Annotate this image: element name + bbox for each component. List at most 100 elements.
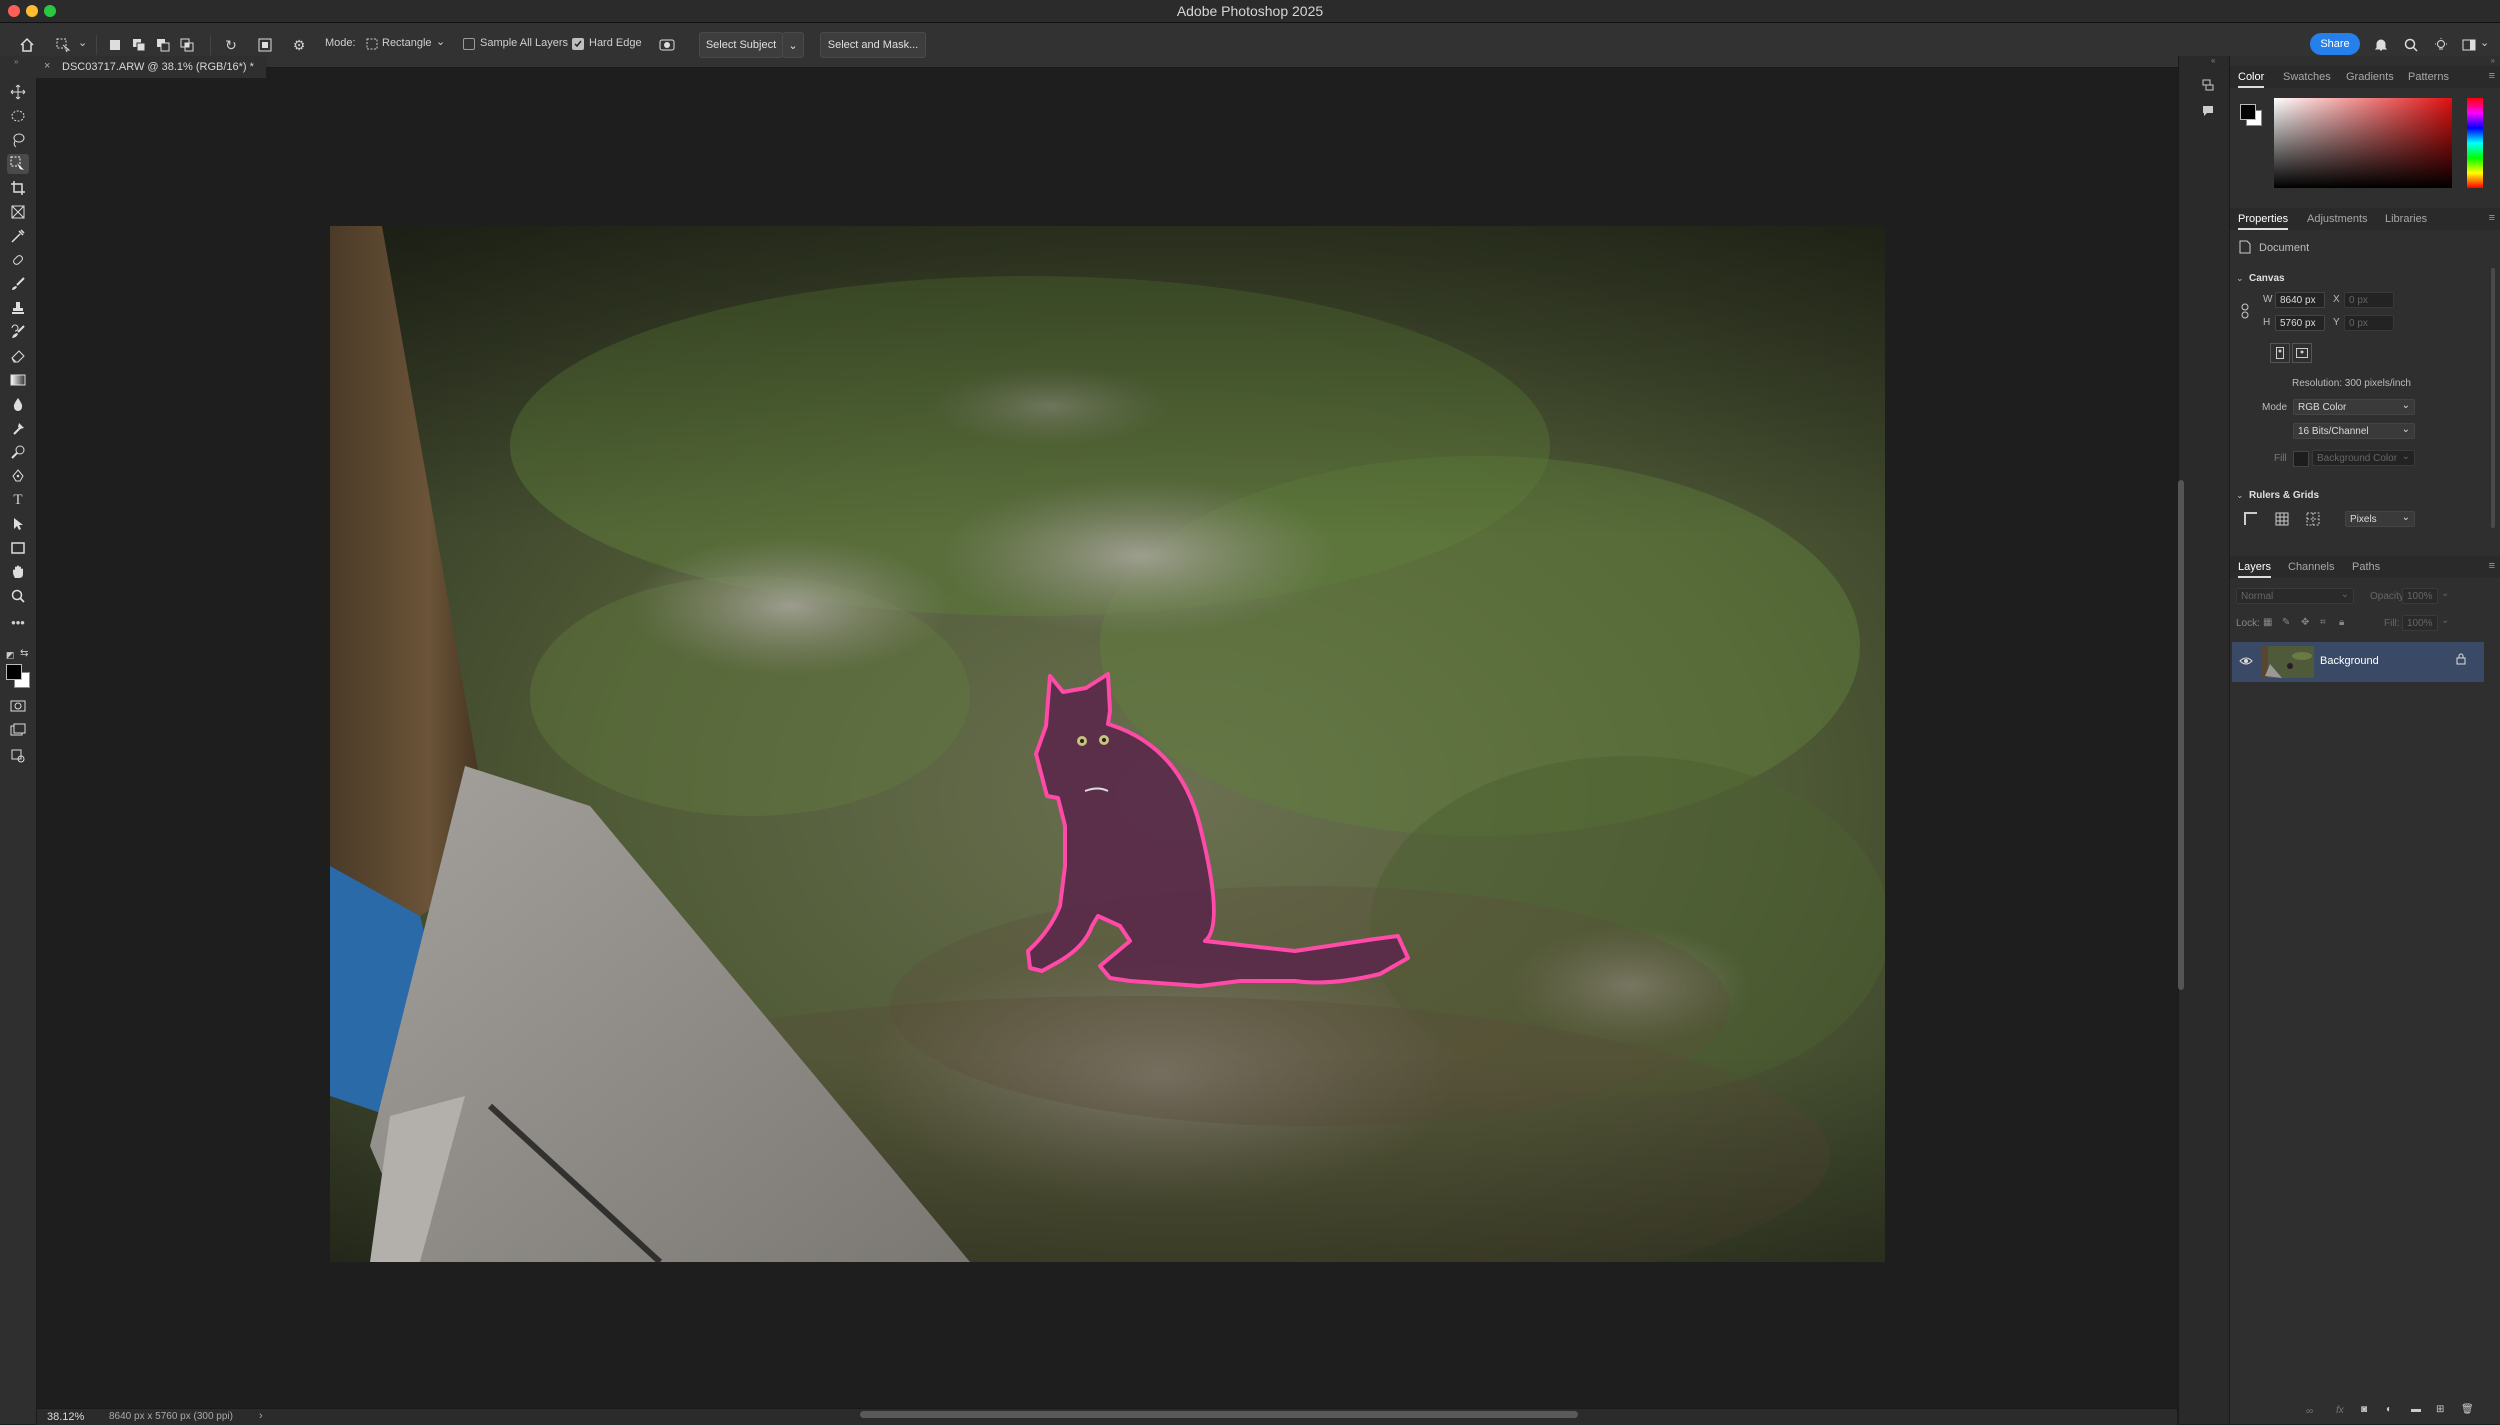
chevron-down-icon[interactable]: ⌄ <box>2236 490 2244 501</box>
hand-tool-icon[interactable] <box>7 562 29 582</box>
panel-menu-icon[interactable]: ≡ <box>2489 212 2495 224</box>
layer-name[interactable]: Background <box>2320 655 2379 667</box>
mode-dropdown[interactable]: Rectangle ⌄ <box>366 33 448 55</box>
x-input[interactable]: 0 px <box>2344 292 2394 308</box>
workspace-icon[interactable] <box>2458 34 2480 56</box>
select-subject-dropdown[interactable]: ⌄ <box>782 32 804 58</box>
grid-icon[interactable] <box>2273 510 2291 528</box>
tab-paths[interactable]: Paths <box>2352 561 2380 573</box>
delete-layer-icon[interactable]: 🗑︎ <box>2461 1404 2474 1415</box>
chevron-down-icon[interactable]: ⌄ <box>2441 588 2449 599</box>
units-select[interactable]: Pixels ⌄ <box>2345 511 2415 527</box>
foreground-color-swatch[interactable] <box>6 664 22 680</box>
quick-mask-icon[interactable] <box>7 696 29 716</box>
type-tool-icon[interactable]: T <box>7 490 29 510</box>
comments-icon[interactable] <box>2199 102 2217 120</box>
share-button[interactable]: Share <box>2310 33 2360 55</box>
landscape-orientation-icon[interactable] <box>2292 343 2312 363</box>
layer-style-icon[interactable]: fx <box>2336 1405 2344 1416</box>
more-tools-icon[interactable]: ••• <box>7 612 29 632</box>
eye-icon[interactable] <box>2239 655 2253 669</box>
select-subject-button[interactable]: Select Subject <box>699 32 783 58</box>
lock-icon[interactable] <box>2456 653 2466 668</box>
tab-gradients[interactable]: Gradients <box>2346 71 2394 83</box>
gradient-tool-icon[interactable] <box>7 370 29 390</box>
subtract-from-selection-icon[interactable] <box>152 34 174 56</box>
rectangle-tool-icon[interactable] <box>7 538 29 558</box>
tab-swatches[interactable]: Swatches <box>2283 71 2331 83</box>
search-icon[interactable] <box>2400 34 2422 56</box>
lock-all-icon[interactable]: 🔒︎ <box>2339 617 2344 628</box>
chevron-down-icon[interactable]: ⌄ <box>2441 615 2449 626</box>
home-icon[interactable] <box>16 34 38 56</box>
chevron-down-icon[interactable]: ⌄ <box>2236 273 2244 284</box>
blend-mode-select[interactable]: Normal ⌄ <box>2236 588 2354 604</box>
fill-opacity-input[interactable]: 100% <box>2402 615 2438 631</box>
lock-artboard-icon[interactable]: ⌗ <box>2320 617 2326 628</box>
spot-healing-brush-icon[interactable] <box>7 250 29 270</box>
chevron-down-icon[interactable]: ⌄ <box>2480 36 2489 49</box>
eraser-tool-icon[interactable] <box>7 346 29 366</box>
object-selection-tool-icon[interactable] <box>7 154 29 174</box>
add-to-selection-icon[interactable] <box>128 34 150 56</box>
pen-tool-icon[interactable] <box>7 466 29 486</box>
vertical-scrollbar[interactable] <box>2178 480 2184 990</box>
gear-icon[interactable]: ⚙ <box>288 34 310 56</box>
width-input[interactable]: 8640 px <box>2275 292 2325 308</box>
height-input[interactable]: 5760 px <box>2275 315 2325 331</box>
new-layer-icon[interactable]: ⊞ <box>2436 1404 2444 1415</box>
y-input[interactable]: 0 px <box>2344 315 2394 331</box>
link-icon[interactable] <box>2236 302 2254 320</box>
link-layers-icon[interactable]: ∞ <box>2306 1406 2313 1417</box>
brush-tool-icon[interactable] <box>7 274 29 294</box>
close-document-icon[interactable]: × <box>44 60 50 72</box>
screen-mode-icon[interactable] <box>7 720 29 740</box>
fill-select[interactable]: Background Color ⌄ <box>2312 450 2415 466</box>
document-tab[interactable]: × DSC03717.ARW @ 38.1% (RGB/16*) * <box>36 56 266 78</box>
history-brush-icon[interactable] <box>7 322 29 342</box>
ruler-icon[interactable] <box>2242 510 2260 528</box>
guides-icon[interactable] <box>2304 510 2322 528</box>
mask-preview-icon[interactable] <box>656 34 678 56</box>
history-icon[interactable] <box>2199 76 2217 94</box>
document-canvas-image[interactable] <box>330 226 1885 1262</box>
sponge-tool-icon[interactable] <box>7 442 29 462</box>
eyedropper-tool-icon[interactable] <box>7 226 29 246</box>
clone-stamp-icon[interactable] <box>7 298 29 318</box>
horizontal-scrollbar[interactable] <box>860 1411 1578 1418</box>
discover-icon[interactable] <box>2430 34 2452 56</box>
canvas-section-title[interactable]: Canvas <box>2249 273 2285 284</box>
lasso-tool-icon[interactable] <box>7 130 29 150</box>
intersect-selection-icon[interactable] <box>176 34 198 56</box>
edit-toolbar-icon[interactable] <box>7 746 29 766</box>
select-and-mask-button[interactable]: Select and Mask... <box>820 32 926 58</box>
blur-tool-icon[interactable] <box>7 394 29 414</box>
layer-row[interactable]: Background <box>2232 642 2484 682</box>
opacity-input[interactable]: 100% <box>2402 588 2438 604</box>
path-selection-icon[interactable] <box>7 514 29 534</box>
swap-colors-icon[interactable]: ⇆ <box>20 648 28 659</box>
collapse-icon[interactable]: » <box>14 57 18 66</box>
properties-scrollbar[interactable] <box>2491 268 2495 528</box>
move-tool-icon[interactable] <box>7 82 29 102</box>
crop-tool-icon[interactable] <box>7 178 29 198</box>
lock-image-icon[interactable]: ✎ <box>2282 617 2290 628</box>
color-fg-swatch[interactable] <box>2240 104 2256 120</box>
collapse-panels-icon[interactable]: » <box>2491 56 2495 65</box>
tab-channels[interactable]: Channels <box>2288 561 2334 573</box>
bit-depth-select[interactable]: 16 Bits/Channel ⌄ <box>2293 423 2415 439</box>
chevron-down-icon[interactable]: ⌄ <box>78 36 87 49</box>
fill-swatch[interactable] <box>2293 451 2309 467</box>
elliptical-marquee-icon[interactable] <box>7 106 29 126</box>
default-colors-icon[interactable]: ◩ <box>6 650 15 661</box>
tab-adjustments[interactable]: Adjustments <box>2307 213 2368 225</box>
tab-libraries[interactable]: Libraries <box>2385 213 2427 225</box>
document-info[interactable]: 8640 px x 5760 px (300 ppi) <box>109 1411 233 1422</box>
tab-properties[interactable]: Properties <box>2238 213 2289 230</box>
object-selection-tool-preset-icon[interactable] <box>52 34 74 56</box>
new-selection-icon[interactable] <box>104 34 126 56</box>
portrait-orientation-icon[interactable] <box>2270 343 2290 363</box>
tab-color[interactable]: Color <box>2238 71 2265 88</box>
lock-position-icon[interactable]: ✥ <box>2301 617 2309 628</box>
zoom-tool-icon[interactable] <box>7 586 29 606</box>
